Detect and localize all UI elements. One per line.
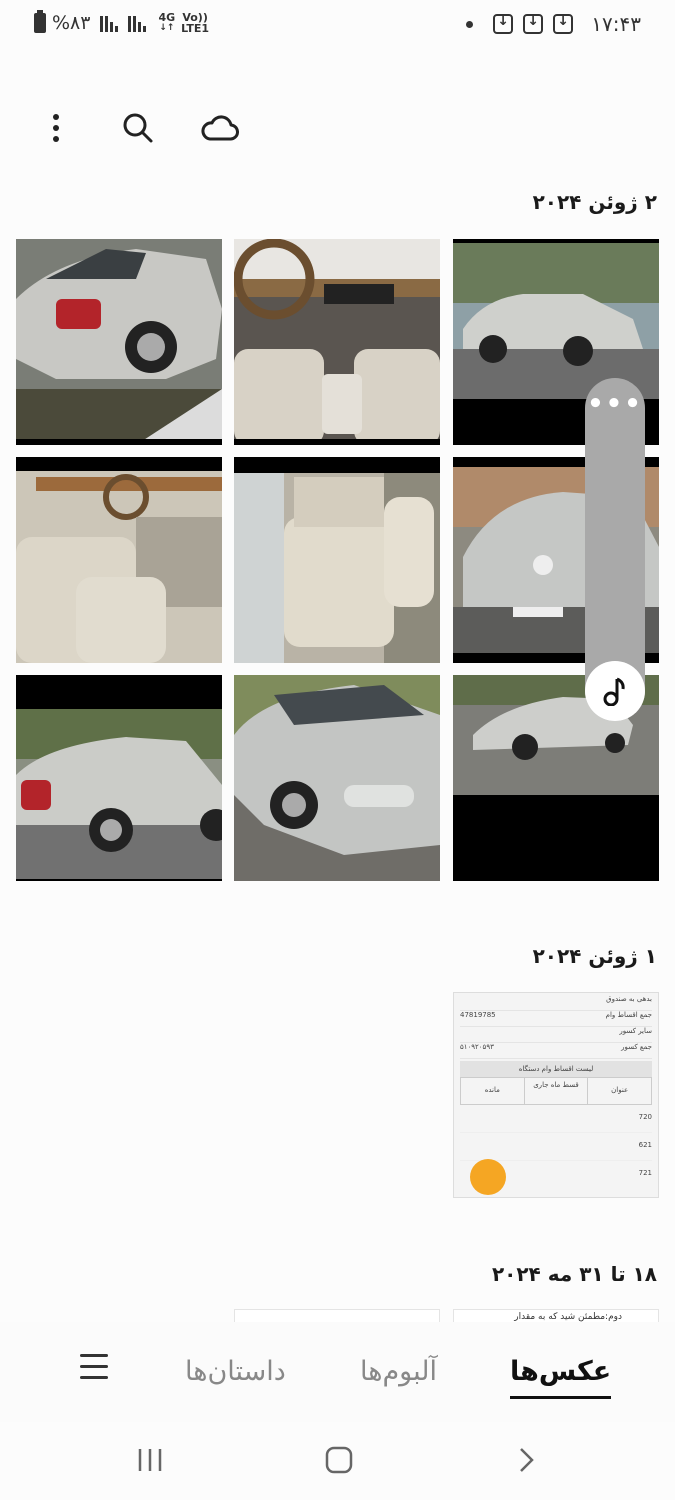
doc-row: جمع اقساط وام — [605, 1011, 652, 1019]
network-4g-label: 4G — [158, 11, 176, 24]
photo-thumbnail[interactable] — [234, 239, 440, 445]
doc-col: عنوان — [587, 1078, 651, 1104]
battery-percent: %۸۳ — [52, 12, 91, 34]
date-heading: ۲ ژوئن ۲۰۲۴ — [532, 190, 657, 214]
download-icon — [523, 13, 544, 34]
photo-thumbnail[interactable] — [16, 457, 222, 663]
menu-button[interactable] — [80, 1354, 108, 1382]
photo-thumbnail[interactable] — [16, 675, 222, 881]
music-note-button[interactable] — [585, 661, 645, 721]
doc-col: مانده — [484, 1086, 500, 1094]
document-thumbnail[interactable]: بدهی به صندوق جمع اقساط وام 47819785 سای… — [453, 992, 659, 1198]
top-toolbar — [30, 100, 246, 156]
signal-icon — [100, 14, 119, 32]
doc-item: 621 — [460, 1133, 652, 1161]
cloud-button[interactable] — [194, 102, 246, 154]
cloud-icon — [201, 115, 239, 141]
photo-thumbnail[interactable] — [234, 1309, 440, 1323]
photo-thumbnail[interactable]: دوم:مطمئن شید که به مقدار — [453, 1309, 659, 1323]
music-note-icon — [603, 677, 625, 706]
system-navigation-bar — [0, 1425, 675, 1500]
recent-apps-icon — [138, 1449, 162, 1471]
date-heading: ۱۸ تا ۳۱ مه ۲۰۲۴ — [491, 1262, 657, 1286]
fast-scroll-handle[interactable]: ••• — [585, 378, 645, 721]
doc-value: ۵۱۰۹۲۰۵۹۳ — [460, 1043, 494, 1051]
tab-albums[interactable]: آلبوم‌ها — [360, 1356, 437, 1387]
orange-badge — [470, 1159, 506, 1195]
recent-apps-button[interactable] — [136, 1445, 164, 1479]
more-vertical-icon — [53, 114, 59, 142]
doc-row: بدهی به صندوق — [460, 995, 652, 1011]
photo-thumbnail[interactable] — [234, 675, 440, 881]
date-heading: ۱ ژوئن ۲۰۲۴ — [532, 944, 657, 968]
search-icon — [123, 113, 153, 143]
battery-icon — [34, 10, 46, 33]
back-chevron-icon — [520, 1448, 534, 1472]
doc-table-title: لیست اقساط وام دستگاه — [460, 1061, 652, 1077]
tab-stories[interactable]: داستان‌ها — [185, 1356, 286, 1387]
more-horizontal-icon: ••• — [587, 389, 643, 419]
back-button[interactable] — [515, 1445, 537, 1479]
notification-dot-icon — [466, 20, 474, 28]
doc-row: سایر کسور — [460, 1027, 652, 1043]
doc-value: 47819785 — [460, 1011, 496, 1019]
tab-photos[interactable]: عکس‌ها — [510, 1356, 612, 1399]
more-options-button[interactable] — [30, 102, 82, 154]
search-button[interactable] — [112, 102, 164, 154]
doc-col: قسط ماه جاری — [523, 1078, 588, 1104]
home-button[interactable] — [324, 1445, 354, 1479]
doc-row: جمع کسور — [621, 1043, 652, 1051]
signal-icon-2 — [128, 14, 147, 32]
preview-snippet: دوم:مطمئن شید که به مقدار — [514, 1312, 622, 1322]
clock: ۱۷:۴۳ — [591, 12, 641, 36]
photo-thumbnail[interactable] — [16, 239, 222, 445]
data-arrows-icon: ↓↑ — [159, 23, 175, 33]
home-icon — [325, 1446, 353, 1474]
doc-item: 720 — [460, 1105, 652, 1133]
status-bar: %۸۳ 4G ↓↑ Vo)) LTE1 ۱۷:۴۳ — [0, 0, 675, 50]
download-icon — [553, 13, 574, 34]
download-icon — [493, 13, 514, 34]
bottom-navigation: داستان‌ها آلبوم‌ها عکس‌ها — [0, 1322, 675, 1422]
photo-thumbnail[interactable] — [234, 457, 440, 663]
lte-label: LTE1 — [181, 22, 210, 35]
